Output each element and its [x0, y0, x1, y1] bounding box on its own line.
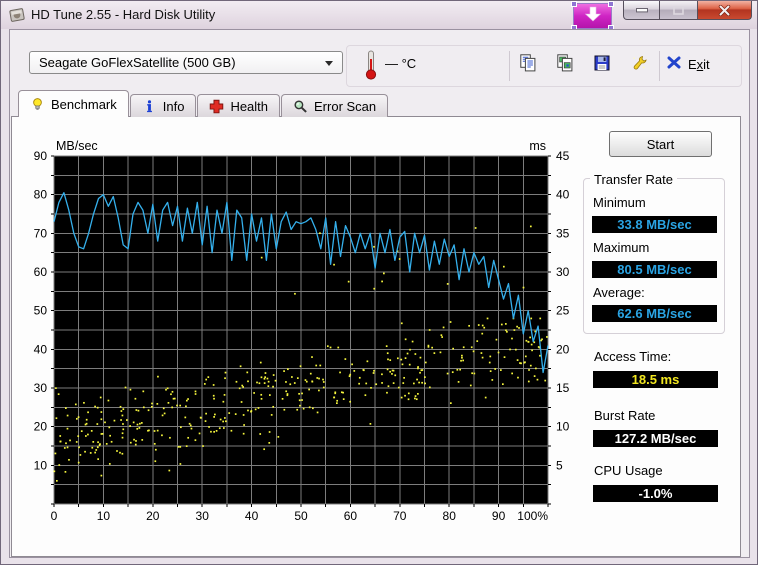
- svg-text:0: 0: [51, 509, 58, 523]
- tab-label: Error Scan: [314, 98, 377, 114]
- svg-text:90: 90: [492, 509, 506, 523]
- svg-text:15: 15: [556, 381, 570, 395]
- svg-text:MB/sec: MB/sec: [56, 139, 98, 153]
- access-time-value: 18.5 ms: [593, 371, 718, 388]
- svg-text:30: 30: [196, 509, 210, 523]
- save-icon[interactable]: [594, 54, 610, 72]
- svg-text:25: 25: [556, 304, 570, 318]
- download-arrow-icon: [582, 5, 604, 28]
- svg-text:ms: ms: [529, 139, 546, 153]
- toolbar-separator: [659, 51, 660, 81]
- minimum-value: 33.8 MB/sec: [592, 216, 717, 233]
- copy-text-icon[interactable]: [520, 54, 536, 72]
- temperature-readout: — °C: [385, 56, 417, 71]
- svg-text:10: 10: [556, 420, 570, 434]
- drive-select-dropdown[interactable]: Seagate GoFlexSatellite (500 GB): [29, 51, 343, 74]
- exit-label: Exit: [688, 56, 710, 72]
- window-title: HD Tune 2.55 - Hard Disk Utility: [31, 7, 216, 22]
- tab-label: Benchmark: [51, 96, 117, 112]
- burst-rate-value: 127.2 MB/sec: [593, 430, 718, 447]
- magnifier-icon: [293, 99, 308, 114]
- svg-text:60: 60: [34, 265, 48, 279]
- tab-benchmark[interactable]: Benchmark: [18, 90, 129, 117]
- svg-text:40: 40: [34, 342, 48, 356]
- thermometer-icon: [363, 49, 379, 80]
- start-button[interactable]: Start: [609, 131, 712, 157]
- capture-button[interactable]: [571, 1, 614, 31]
- svg-text:10: 10: [97, 509, 111, 523]
- cpu-usage-value: -1.0%: [593, 485, 718, 502]
- maximize-icon: [673, 5, 684, 15]
- burst-rate-label: Burst Rate: [594, 408, 656, 423]
- options-icon[interactable]: [631, 54, 647, 72]
- health-cross-icon: [209, 99, 224, 114]
- transfer-rate-group-label: Transfer Rate: [590, 172, 677, 187]
- toolbar-icon-group: [520, 54, 647, 72]
- maximum-label: Maximum: [593, 240, 650, 255]
- svg-text:20: 20: [34, 420, 48, 434]
- svg-text:30: 30: [556, 265, 570, 279]
- lightbulb-icon: [30, 97, 45, 112]
- tab-health[interactable]: Health: [197, 94, 281, 117]
- average-value: 62.6 MB/sec: [592, 305, 717, 322]
- app-window: HD Tune 2.55 - Hard Disk Utility Seagate…: [0, 0, 758, 565]
- svg-text:35: 35: [556, 226, 570, 240]
- svg-text:40: 40: [245, 509, 259, 523]
- cpu-usage-label: CPU Usage: [594, 463, 663, 478]
- tab-label: Health: [230, 98, 269, 114]
- tab-error-scan[interactable]: Error Scan: [281, 94, 389, 117]
- svg-text:60: 60: [344, 509, 358, 523]
- info-icon: [142, 99, 157, 114]
- svg-text:80: 80: [34, 188, 48, 202]
- tab-bar: Benchmark Info Health Error Scan: [18, 90, 389, 117]
- tab-label: Info: [162, 98, 185, 114]
- svg-text:100%: 100%: [517, 509, 548, 523]
- svg-text:40: 40: [556, 188, 570, 202]
- svg-text:80: 80: [443, 509, 457, 523]
- minimize-icon: [635, 7, 648, 12]
- caption-buttons: [623, 1, 752, 21]
- svg-text:10: 10: [34, 458, 48, 472]
- exit-button[interactable]: Exit: [667, 56, 710, 72]
- close-button[interactable]: [698, 1, 752, 20]
- svg-text:45: 45: [556, 149, 570, 163]
- svg-text:50: 50: [34, 304, 48, 318]
- app-icon: [8, 6, 26, 24]
- chevron-down-icon: [325, 61, 333, 66]
- copy-image-icon[interactable]: [557, 54, 573, 72]
- close-icon: [718, 4, 731, 16]
- toolbar-separator: [509, 51, 510, 81]
- svg-text:70: 70: [34, 226, 48, 240]
- svg-text:5: 5: [556, 458, 563, 472]
- svg-text:50: 50: [294, 509, 308, 523]
- maximum-value: 80.5 MB/sec: [592, 261, 717, 278]
- svg-text:20: 20: [146, 509, 160, 523]
- title-bar[interactable]: HD Tune 2.55 - Hard Disk Utility: [1, 1, 757, 31]
- svg-text:90: 90: [34, 149, 48, 163]
- access-time-label: Access Time:: [594, 349, 672, 364]
- average-label: Average:: [593, 285, 645, 300]
- minimum-label: Minimum: [593, 195, 646, 210]
- exit-x-icon: [667, 56, 681, 72]
- drive-select-value: Seagate GoFlexSatellite (500 GB): [39, 55, 236, 70]
- maximize-button[interactable]: [660, 1, 698, 20]
- svg-text:70: 70: [393, 509, 407, 523]
- minimize-button[interactable]: [623, 1, 660, 20]
- svg-text:30: 30: [34, 381, 48, 395]
- svg-text:20: 20: [556, 342, 570, 356]
- tab-info[interactable]: Info: [129, 94, 197, 117]
